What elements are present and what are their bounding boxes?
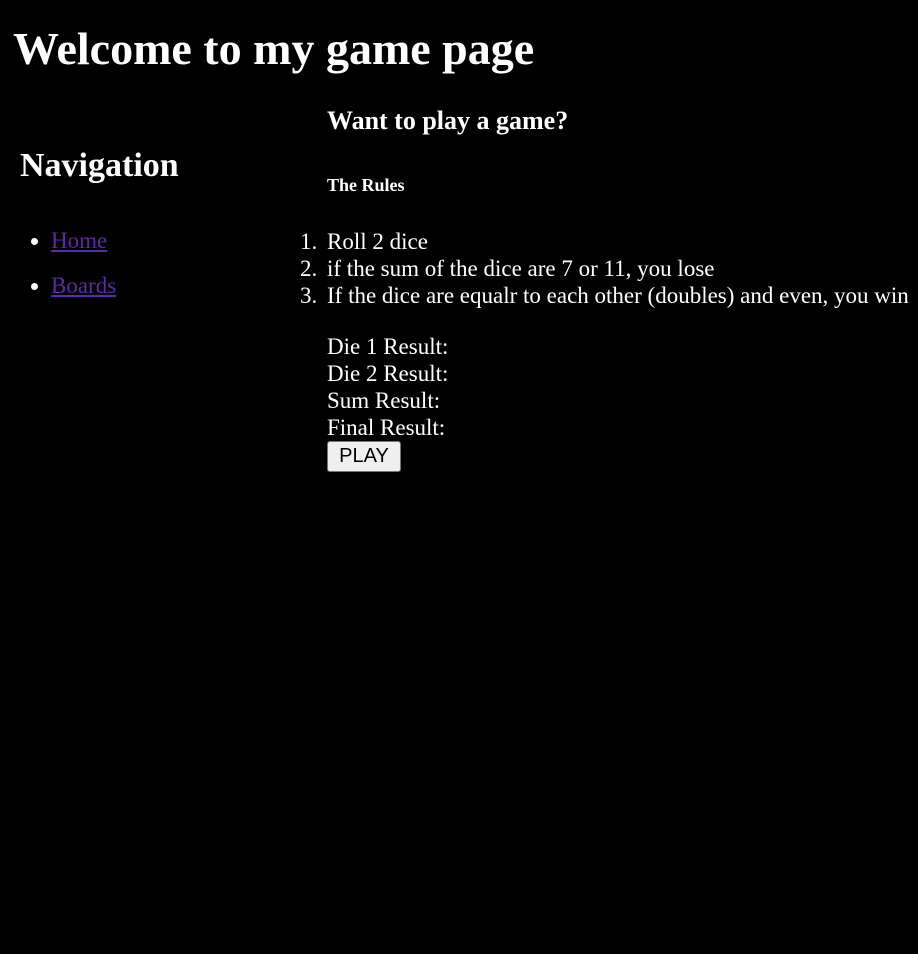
- play-button[interactable]: PLAY: [327, 441, 401, 472]
- navigation-list: Home Boards: [20, 226, 116, 316]
- rule-item: 2. if the sum of the dice are 7 or 11, y…: [300, 255, 918, 282]
- die-1-result: Die 1 Result:: [327, 334, 449, 359]
- rule-text: if the sum of the dice are 7 or 11, you …: [327, 256, 715, 281]
- navigation-sidebar: Navigation Home Boards: [20, 146, 280, 298]
- home-link[interactable]: Home: [51, 228, 107, 253]
- rules-list-wrapper: 1. Roll 2 dice 2. if the sum of the dice…: [300, 228, 918, 309]
- boards-link[interactable]: Boards: [51, 273, 116, 298]
- rule-item: 1. Roll 2 dice: [300, 228, 918, 255]
- page-title: Welcome to my game page: [13, 23, 535, 74]
- rule-text: If the dice are equalr to each other (do…: [327, 283, 909, 308]
- page: Welcome to my game page Navigation Home …: [0, 0, 918, 954]
- rule-number: 3.: [300, 283, 318, 308]
- nav-item-boards: Boards: [51, 271, 116, 301]
- rule-item: 3. If the dice are equalr to each other …: [300, 282, 918, 309]
- rule-text: Roll 2 dice: [327, 229, 428, 254]
- rule-number: 1.: [300, 229, 318, 254]
- die-2-result: Die 2 Result:: [327, 361, 449, 386]
- results-block: Die 1 Result: Die 2 Result: Sum Result: …: [327, 333, 918, 441]
- sum-result: Sum Result:: [327, 388, 441, 413]
- navigation-heading: Navigation: [20, 147, 179, 184]
- final-result: Final Result:: [327, 415, 446, 440]
- rule-number: 2.: [300, 256, 318, 281]
- nav-item-home: Home: [51, 226, 116, 256]
